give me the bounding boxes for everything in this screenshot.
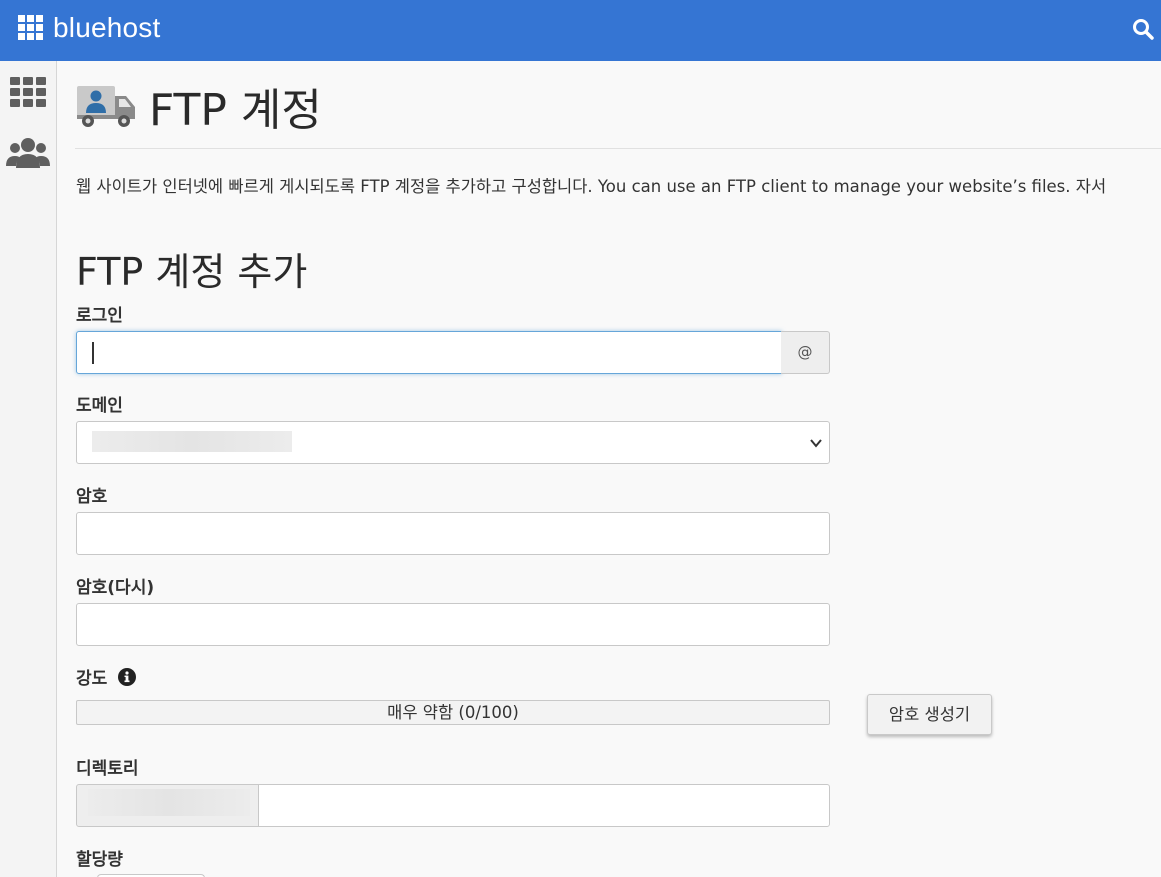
strength-label-row: 강도: [76, 664, 137, 689]
directory-input[interactable]: [258, 784, 830, 827]
password-strength-meter: 매우 약함 (0/100): [76, 700, 830, 725]
page-description: 웹 사이트가 인터넷에 빠르게 게시되도록 FTP 계정을 추가하고 구성합니다…: [76, 177, 1107, 196]
login-input[interactable]: [76, 331, 782, 374]
domain-select[interactable]: [76, 421, 830, 464]
password-again-label: 암호(다시): [76, 578, 155, 598]
directory-prefix: [76, 784, 259, 827]
brand-logo[interactable]: bluehost: [18, 14, 160, 42]
chevron-down-icon: [810, 439, 822, 448]
search-icon[interactable]: [1131, 17, 1155, 41]
password-generator-button[interactable]: 암호 생성기: [867, 694, 992, 735]
apps-grid-icon[interactable]: [10, 77, 46, 107]
users-icon[interactable]: [6, 135, 50, 169]
directory-label: 디렉토리: [76, 759, 139, 779]
main-content: FTP 계정 웹 사이트가 인터넷에 빠르게 게시되도록 FTP 계정을 추가하…: [57, 61, 1161, 877]
page-title: FTP 계정: [149, 85, 322, 136]
strength-label: 강도: [76, 669, 108, 689]
page-header: [75, 83, 137, 129]
password-again-input[interactable]: [76, 603, 830, 646]
at-addon: @: [781, 331, 830, 374]
divider: [75, 148, 1161, 149]
info-icon[interactable]: [118, 668, 137, 686]
login-label: 로그인: [76, 306, 123, 326]
apps-grid-icon: [18, 15, 44, 41]
domain-label: 도메인: [76, 396, 123, 416]
top-bar: bluehost: [0, 0, 1161, 61]
text-caret: [92, 342, 94, 364]
ftp-truck-icon: [77, 86, 135, 127]
redacted-path: [88, 789, 250, 816]
redacted-domain: [92, 431, 292, 452]
password-input[interactable]: [76, 512, 830, 555]
password-label: 암호: [76, 487, 108, 507]
section-title: FTP 계정 추가: [76, 250, 308, 294]
sidebar: [0, 61, 57, 877]
quota-label: 할당량: [76, 850, 123, 870]
brand-name: bluehost: [53, 12, 161, 43]
